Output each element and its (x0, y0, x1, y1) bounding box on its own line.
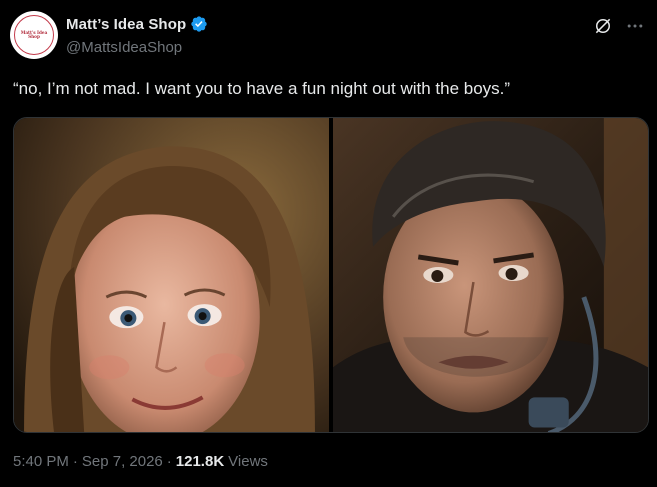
avatar-logo-text: Matt's Idea Shop (20, 29, 48, 39)
user-handle[interactable]: @MattsIdeaShop (66, 39, 182, 56)
media-grid (13, 117, 649, 433)
tweet-meta: 5:40 PM · Sep 7, 2026 · 121.8K Views (13, 453, 268, 470)
tweet-date[interactable]: Sep 7, 2026 (82, 453, 163, 470)
meta-separator: · (166, 453, 172, 470)
top-actions (593, 16, 645, 36)
tweet-time[interactable]: 5:40 PM (13, 453, 69, 470)
display-name-row: Matt’s Idea Shop (66, 15, 208, 33)
meta-separator: · (72, 453, 78, 470)
tweet: Matt's Idea Shop Matt’s Idea Shop @Matts… (0, 0, 657, 487)
avatar[interactable]: Matt's Idea Shop (10, 11, 58, 59)
media-image-woman[interactable] (14, 118, 329, 432)
verified-badge-icon (190, 15, 208, 33)
grok-slash-circle-icon[interactable] (593, 16, 613, 36)
media-image-man[interactable] (333, 118, 648, 432)
display-name[interactable]: Matt’s Idea Shop (66, 16, 186, 33)
views-count: 121.8K (175, 453, 225, 470)
more-dots-icon[interactable] (625, 16, 645, 36)
tweet-text: “no, I’m not mad. I want you to have a f… (13, 79, 511, 98)
avatar-logo: Matt's Idea Shop (14, 15, 54, 55)
views-label: Views (228, 453, 268, 470)
